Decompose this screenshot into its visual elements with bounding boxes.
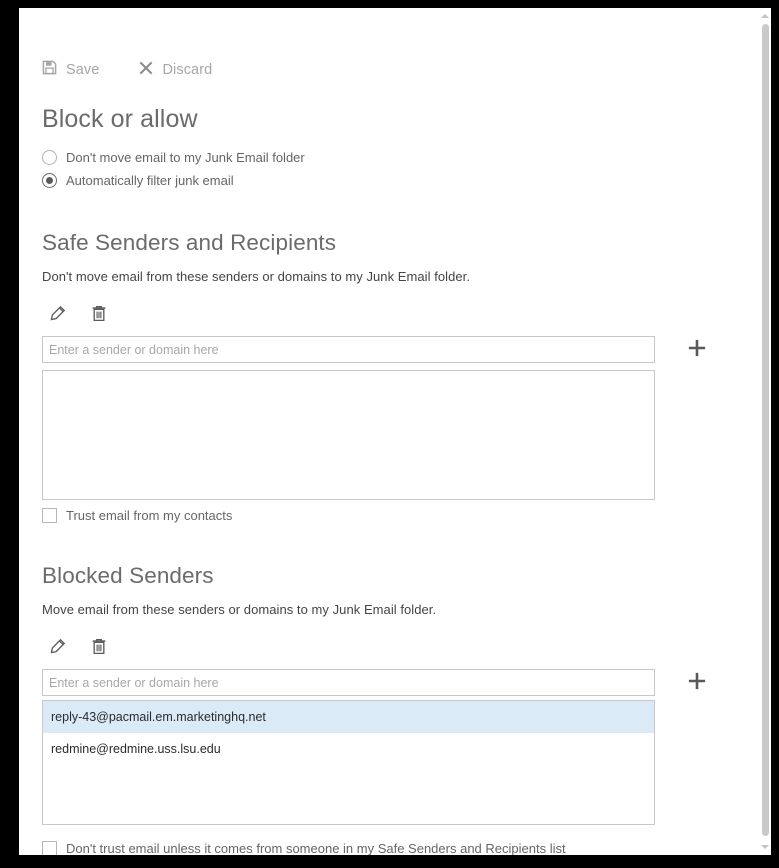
checkbox-label: Trust email from my contacts [66,508,233,523]
trash-delete-icon [91,305,107,327]
list-item[interactable]: reply-43@pacmail.em.marketinghq.net [43,701,654,733]
list-item-address: reply-43@pacmail.em.marketinghq.net [51,710,266,724]
checkbox-indicator [42,508,57,523]
safe-senders-icon-row [44,304,112,328]
radio-label: Automatically filter junk email [66,173,234,188]
blocked-senders-input[interactable] [42,669,655,696]
chevron-up-icon [761,14,769,18]
plus-add-icon [687,338,707,363]
radio-option-no-move[interactable]: Don't move email to my Junk Email folder [42,146,305,169]
pencil-edit-icon [49,638,66,660]
safe-senders-input[interactable] [42,336,655,363]
safe-senders-listbox[interactable] [42,370,655,500]
radio-indicator [42,173,57,188]
blocked-senders-description: Move email from these senders or domains… [42,602,437,617]
blocked-senders-edit-button[interactable] [44,637,70,661]
scrollbar-thumb[interactable] [762,24,769,836]
discard-button[interactable]: Discard [139,61,212,80]
pencil-edit-icon [49,305,66,327]
list-item[interactable]: redmine@redmine.uss.lsu.edu [43,733,654,765]
page-title: Block or allow [42,105,198,133]
blocked-senders-title: Blocked Senders [42,563,214,588]
safe-senders-title: Safe Senders and Recipients [42,230,337,255]
blocked-senders-listbox[interactable]: reply-43@pacmail.em.marketinghq.net redm… [42,700,655,825]
toolbar: Save Discard [42,60,212,80]
blocked-senders-icon-row [44,637,112,661]
radio-label: Don't move email to my Junk Email folder [66,150,305,165]
discard-label: Discard [162,62,213,78]
save-button[interactable]: Save [42,60,99,80]
save-floppy-icon [42,60,57,80]
blocked-senders-add-button[interactable] [681,669,713,697]
safe-senders-add-button[interactable] [681,336,713,364]
safe-senders-delete-button[interactable] [86,304,112,328]
vertical-scrollbar[interactable] [759,8,771,855]
plus-add-icon [687,671,707,696]
dont-trust-unless-safe-checkbox[interactable]: Don't trust email unless it comes from s… [42,841,566,855]
trust-contacts-checkbox[interactable]: Trust email from my contacts [42,508,232,523]
trash-delete-icon [91,638,107,660]
radio-option-auto-filter[interactable]: Automatically filter junk email [42,169,305,192]
blocked-senders-delete-button[interactable] [86,637,112,661]
junk-filter-radio-group: Don't move email to my Junk Email folder… [42,146,305,192]
save-label: Save [66,62,100,78]
settings-content: Save Discard Block or allow Don't move e… [19,8,759,855]
chevron-down-icon [761,845,769,849]
safe-senders-edit-button[interactable] [44,304,70,328]
checkbox-label: Don't trust email unless it comes from s… [66,841,566,855]
close-x-icon [139,61,153,80]
scroll-up-button[interactable] [759,9,771,23]
safe-senders-description: Don't move email from these senders or d… [42,269,470,284]
list-item-address: redmine@redmine.uss.lsu.edu [51,742,221,756]
checkbox-indicator [42,841,57,855]
radio-indicator [42,150,57,165]
scroll-down-button[interactable] [759,840,771,854]
settings-viewport: Save Discard Block or allow Don't move e… [19,8,771,855]
